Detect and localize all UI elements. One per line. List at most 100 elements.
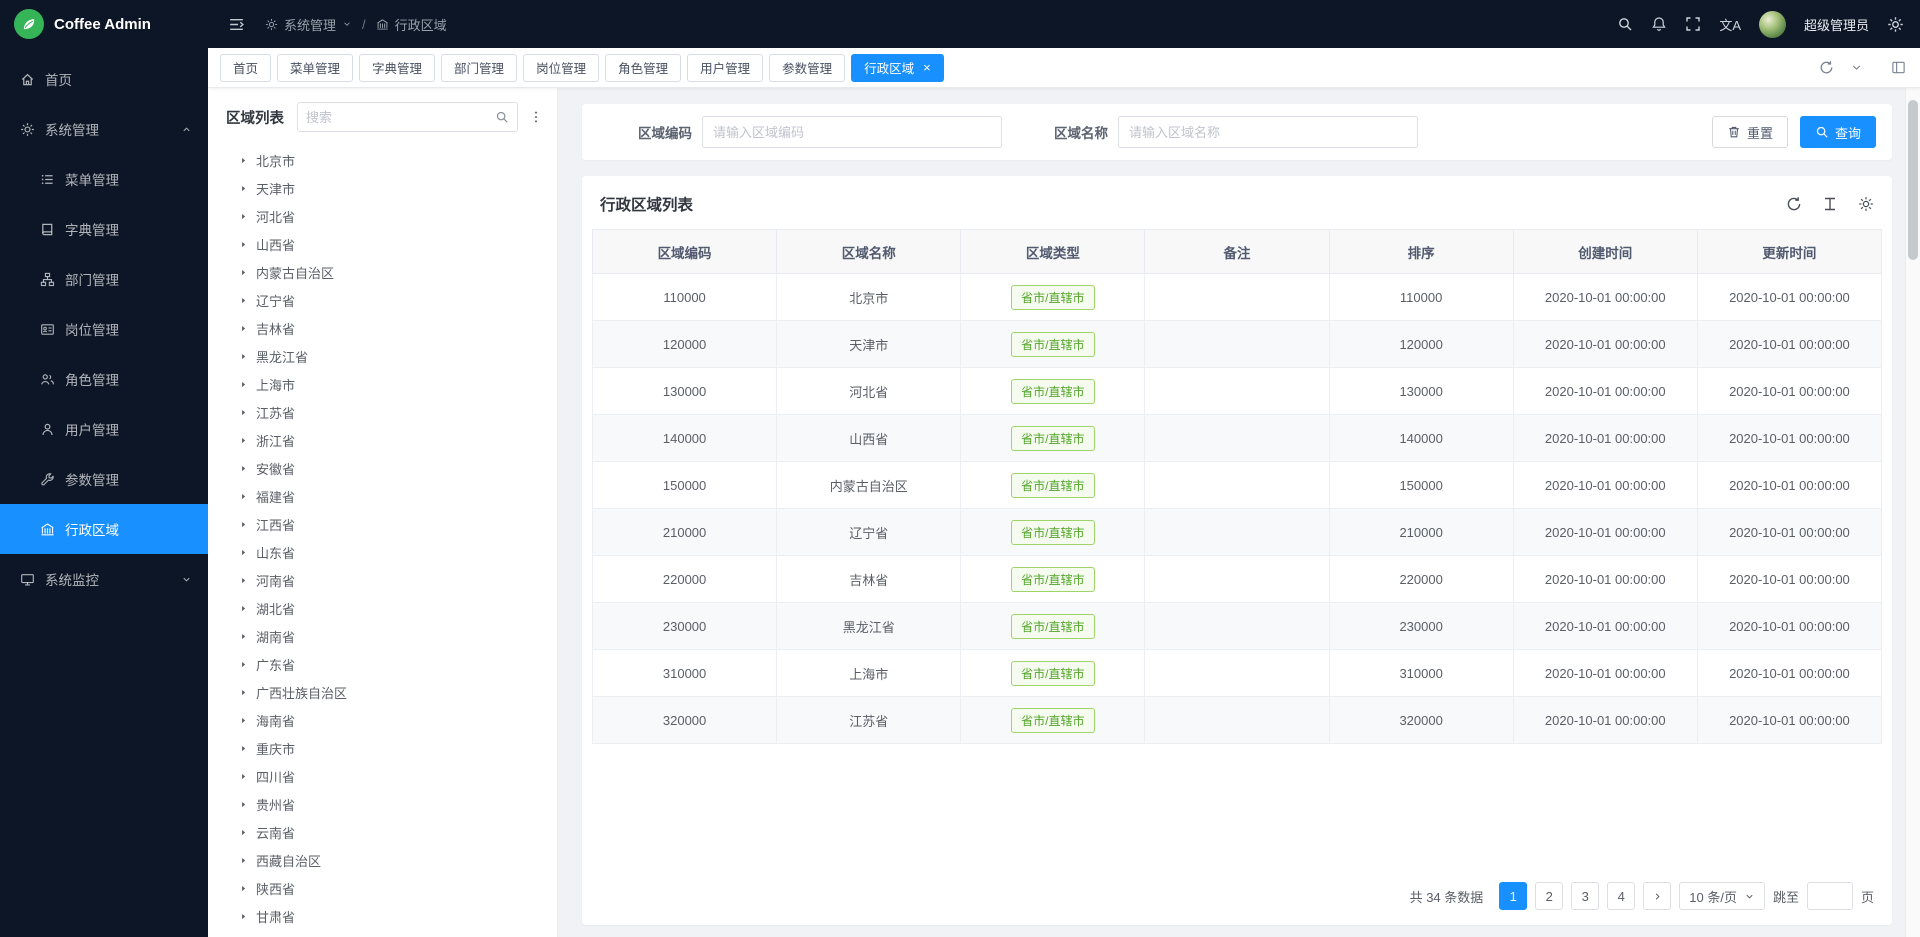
caret-right-icon[interactable] bbox=[239, 828, 248, 837]
table-row[interactable]: 150000 内蒙古自治区 省市/直辖市 150000 2020-10-01 0… bbox=[593, 462, 1882, 509]
sidebar-item-post-mgmt[interactable]: 岗位管理 bbox=[0, 304, 208, 354]
tab-param-mgmt[interactable]: 参数管理 bbox=[769, 54, 845, 82]
collapse-sidebar-icon[interactable] bbox=[228, 16, 245, 33]
sidebar-item-dict-mgmt[interactable]: 字典管理 bbox=[0, 204, 208, 254]
caret-right-icon[interactable] bbox=[239, 184, 248, 193]
caret-right-icon[interactable] bbox=[239, 324, 248, 333]
caret-right-icon[interactable] bbox=[239, 548, 248, 557]
caret-right-icon[interactable] bbox=[239, 352, 248, 361]
caret-right-icon[interactable] bbox=[239, 296, 248, 305]
tree-search-box[interactable] bbox=[297, 102, 518, 132]
region-code-input[interactable] bbox=[702, 116, 1002, 148]
caret-right-icon[interactable] bbox=[239, 436, 248, 445]
caret-right-icon[interactable] bbox=[239, 520, 248, 529]
fullscreen-icon[interactable] bbox=[1685, 16, 1701, 32]
tree-item[interactable]: 江西省 bbox=[208, 510, 557, 538]
table-row[interactable]: 220000 吉林省 省市/直辖市 220000 2020-10-01 00:0… bbox=[593, 556, 1882, 603]
caret-right-icon[interactable] bbox=[239, 688, 248, 697]
jump-page-input[interactable] bbox=[1807, 882, 1853, 910]
tab-role-mgmt[interactable]: 角色管理 bbox=[605, 54, 681, 82]
close-tab-icon[interactable]: × bbox=[923, 61, 931, 74]
tree-item[interactable]: 海南省 bbox=[208, 706, 557, 734]
tree-item[interactable]: 四川省 bbox=[208, 762, 557, 790]
tree-item[interactable]: 陕西省 bbox=[208, 874, 557, 902]
tree-item[interactable]: 安徽省 bbox=[208, 454, 557, 482]
table-row[interactable]: 230000 黑龙江省 省市/直辖市 230000 2020-10-01 00:… bbox=[593, 603, 1882, 650]
tree-item[interactable]: 上海市 bbox=[208, 370, 557, 398]
caret-right-icon[interactable] bbox=[239, 380, 248, 389]
layout-toggle-icon[interactable] bbox=[1891, 60, 1906, 75]
tree-item[interactable]: 天津市 bbox=[208, 174, 557, 202]
tree-item[interactable]: 吉林省 bbox=[208, 314, 557, 342]
tree-item[interactable]: 贵州省 bbox=[208, 790, 557, 818]
tabs-menu-chevron-icon[interactable] bbox=[1850, 61, 1863, 74]
page-button-2[interactable]: 2 bbox=[1535, 882, 1563, 910]
caret-right-icon[interactable] bbox=[239, 632, 248, 641]
reset-button[interactable]: 重置 bbox=[1712, 116, 1788, 148]
caret-right-icon[interactable] bbox=[239, 772, 248, 781]
caret-right-icon[interactable] bbox=[239, 240, 248, 249]
tree-item[interactable]: 内蒙古自治区 bbox=[208, 258, 557, 286]
sidebar-item-monitor[interactable]: 系统监控 bbox=[0, 554, 208, 604]
sidebar-item-home[interactable]: 首页 bbox=[0, 54, 208, 104]
tab-user-mgmt[interactable]: 用户管理 bbox=[687, 54, 763, 82]
tree-item[interactable]: 辽宁省 bbox=[208, 286, 557, 314]
sidebar-item-param-mgmt[interactable]: 参数管理 bbox=[0, 454, 208, 504]
caret-right-icon[interactable] bbox=[239, 408, 248, 417]
tree-item[interactable]: 湖南省 bbox=[208, 622, 557, 650]
caret-right-icon[interactable] bbox=[239, 912, 248, 921]
sidebar-item-system-mgmt[interactable]: 系统管理 bbox=[0, 104, 208, 154]
table-row[interactable]: 140000 山西省 省市/直辖市 140000 2020-10-01 00:0… bbox=[593, 415, 1882, 462]
tree-item[interactable]: 重庆市 bbox=[208, 734, 557, 762]
column-settings-gear-icon[interactable] bbox=[1858, 196, 1874, 212]
caret-right-icon[interactable] bbox=[239, 856, 248, 865]
language-switch-icon[interactable]: 文A bbox=[1719, 15, 1741, 34]
caret-right-icon[interactable] bbox=[239, 492, 248, 501]
row-density-icon[interactable] bbox=[1822, 196, 1838, 212]
tree-item[interactable]: 甘肃省 bbox=[208, 902, 557, 930]
caret-right-icon[interactable] bbox=[239, 464, 248, 473]
tab-post-mgmt[interactable]: 岗位管理 bbox=[523, 54, 599, 82]
caret-right-icon[interactable] bbox=[239, 716, 248, 725]
tree-item[interactable]: 湖北省 bbox=[208, 594, 557, 622]
page-button-4[interactable]: 4 bbox=[1607, 882, 1635, 910]
caret-right-icon[interactable] bbox=[239, 660, 248, 669]
scrollbar-thumb[interactable] bbox=[1908, 100, 1918, 260]
tree-item[interactable]: 浙江省 bbox=[208, 426, 557, 454]
avatar[interactable] bbox=[1759, 11, 1786, 38]
caret-right-icon[interactable] bbox=[239, 576, 248, 585]
breadcrumb-region[interactable]: 行政区域 bbox=[376, 15, 447, 34]
refresh-table-icon[interactable] bbox=[1786, 196, 1802, 212]
tab-dept-mgmt[interactable]: 部门管理 bbox=[441, 54, 517, 82]
search-button[interactable]: 查询 bbox=[1800, 116, 1876, 148]
caret-right-icon[interactable] bbox=[239, 884, 248, 893]
tree-item[interactable]: 山东省 bbox=[208, 538, 557, 566]
page-button-3[interactable]: 3 bbox=[1571, 882, 1599, 910]
tree-item[interactable]: 山西省 bbox=[208, 230, 557, 258]
sidebar-item-region[interactable]: 行政区域 bbox=[0, 504, 208, 554]
tree-item[interactable]: 黑龙江省 bbox=[208, 342, 557, 370]
tab-dict-mgmt[interactable]: 字典管理 bbox=[359, 54, 435, 82]
table-row[interactable]: 120000 天津市 省市/直辖市 120000 2020-10-01 00:0… bbox=[593, 321, 1882, 368]
user-name[interactable]: 超级管理员 bbox=[1804, 15, 1869, 34]
tree-search-input[interactable] bbox=[306, 110, 489, 125]
tree-item[interactable]: 广东省 bbox=[208, 650, 557, 678]
sidebar-item-dept-mgmt[interactable]: 部门管理 bbox=[0, 254, 208, 304]
region-name-input[interactable] bbox=[1118, 116, 1418, 148]
refresh-page-icon[interactable] bbox=[1819, 60, 1834, 75]
tree-item[interactable]: 福建省 bbox=[208, 482, 557, 510]
settings-gear-icon[interactable] bbox=[1887, 16, 1904, 33]
notification-bell-icon[interactable] bbox=[1651, 16, 1667, 32]
tree-item[interactable]: 广西壮族自治区 bbox=[208, 678, 557, 706]
tree-item[interactable]: 河南省 bbox=[208, 566, 557, 594]
table-row[interactable]: 210000 辽宁省 省市/直辖市 210000 2020-10-01 00:0… bbox=[593, 509, 1882, 556]
caret-right-icon[interactable] bbox=[239, 212, 248, 221]
tree-more-options-icon[interactable] bbox=[527, 108, 545, 126]
tree-item[interactable]: 河北省 bbox=[208, 202, 557, 230]
caret-right-icon[interactable] bbox=[239, 268, 248, 277]
tab-menu-mgmt[interactable]: 菜单管理 bbox=[277, 54, 353, 82]
caret-right-icon[interactable] bbox=[239, 604, 248, 613]
sidebar-item-user-mgmt[interactable]: 用户管理 bbox=[0, 404, 208, 454]
search-icon[interactable] bbox=[1617, 16, 1633, 32]
breadcrumb-system-mgmt[interactable]: 系统管理 bbox=[265, 15, 352, 34]
